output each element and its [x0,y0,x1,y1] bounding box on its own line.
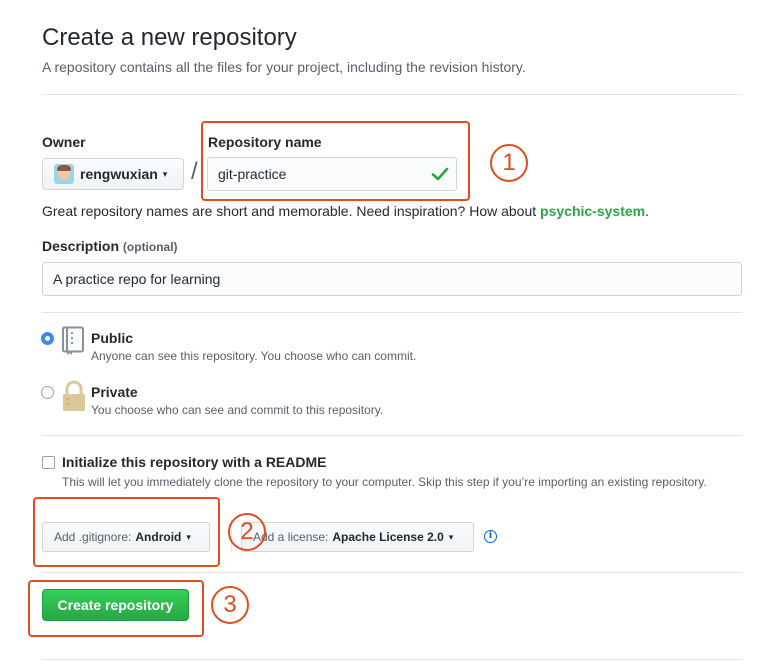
chevron-down-icon: ▾ [162,168,168,179]
owner-value: rengwuxian [80,166,158,182]
header-divider [42,94,742,95]
annotation-box-repo-name [201,121,470,201]
annotation-step-3: 3 [211,586,249,624]
repo-book-icon [62,326,84,355]
annotation-step-2: 2 [228,513,266,551]
description-label: Description (optional) [42,238,178,254]
repo-name-hint: Great repository names are short and mem… [42,203,649,219]
hint-text: Great repository names are short and mem… [42,203,541,219]
description-input[interactable] [42,262,742,296]
public-option-title: Public [91,330,134,346]
description-label-text: Description [42,238,120,254]
private-option-note: You choose who can see and commit to thi… [91,403,384,417]
description-divider [42,312,742,313]
page-subtitle: A repository contains all the files for … [42,59,526,75]
readme-note: This will let you immediately clone the … [62,475,707,489]
annotation-step-1: 1 [490,144,528,182]
hint-end: . [645,203,649,219]
readme-checkbox[interactable] [42,456,55,469]
public-option-note: Anyone can see this repository. You choo… [91,349,417,363]
visibility-divider [42,435,742,436]
owner-repo-separator: / [191,158,198,185]
annotation-box-create [28,580,204,637]
readme-label[interactable]: Initialize this repository with a README [62,454,326,470]
public-radio[interactable] [41,332,54,345]
page-title: Create a new repository [42,24,297,51]
license-select-button[interactable]: Add a license: Apache License 2.0 ▾ [241,522,474,552]
license-value: Apache License 2.0 [332,530,444,544]
optional-tag: (optional) [122,240,178,254]
private-radio[interactable] [41,386,54,399]
owner-label: Owner [42,134,86,150]
info-icon[interactable]: i [484,530,497,543]
options-divider [42,572,742,573]
owner-select-button[interactable]: rengwuxian ▾ [42,158,184,190]
chevron-down-icon: ▾ [448,531,454,542]
footer-divider [42,659,742,660]
private-option-title: Private [91,384,138,400]
avatar [54,164,74,184]
name-suggestion-link[interactable]: psychic-system [540,203,645,219]
lock-icon [63,380,85,411]
annotation-box-gitignore [33,497,220,567]
